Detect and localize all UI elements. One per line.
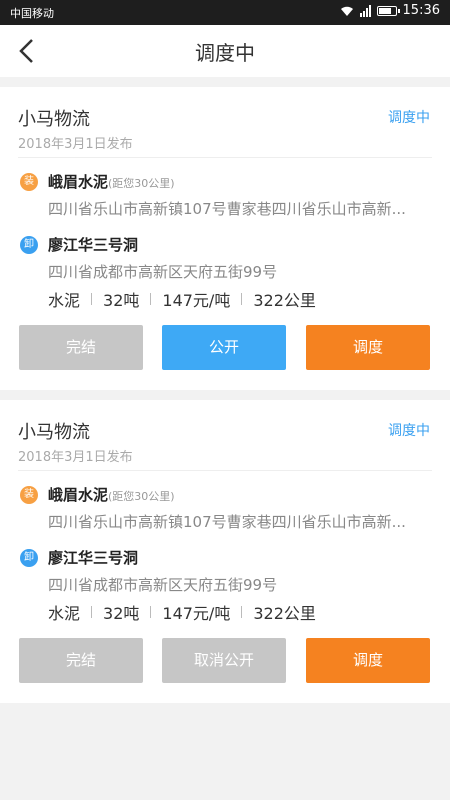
company-name: 小马物流 <box>18 109 90 130</box>
spec-weight: 32吨 <box>103 291 140 310</box>
unpublish-button[interactable]: 取消公开 <box>162 638 286 683</box>
unload-badge-icon: 卸 <box>20 549 38 567</box>
publish-button[interactable]: 公开 <box>162 325 286 370</box>
load-place-name: 峨眉水泥 <box>48 486 109 504</box>
spec-distance: 322公里 <box>253 291 316 310</box>
unload-address: 四川省成都市高新区天府五街99号 <box>48 576 278 594</box>
spec-material: 水泥 <box>48 291 81 310</box>
order-specs: 水泥 32吨 147元/吨 322公里 <box>48 600 316 624</box>
load-address: 四川省乐山市高新镇107号曹家巷四川省乐山市高新... <box>48 200 406 218</box>
company-name: 小马物流 <box>18 422 90 443</box>
load-place-name: 峨眉水泥 <box>48 173 109 191</box>
order-status: 调度中 <box>388 423 430 439</box>
finish-button[interactable]: 完结 <box>19 325 143 370</box>
signal-icon <box>359 4 371 17</box>
status-bar: 中国移动 15:36 <box>0 0 450 25</box>
clock: 15:36 <box>402 3 440 18</box>
unload-place-name: 廖江华三号洞 <box>48 236 139 254</box>
spec-material: 水泥 <box>48 604 81 623</box>
load-badge-icon: 装 <box>20 173 38 191</box>
load-distance: (距您30公里) <box>108 177 175 190</box>
spec-distance: 322公里 <box>253 604 316 623</box>
dispatch-button[interactable]: 调度 <box>306 325 430 370</box>
spec-price: 147元/吨 <box>162 604 231 623</box>
spec-price: 147元/吨 <box>162 291 231 310</box>
publish-date: 2018年3月1日发布 <box>18 450 133 465</box>
publish-date: 2018年3月1日发布 <box>18 137 133 152</box>
order-card: 小马物流 调度中 2018年3月1日发布 装 峨眉水泥(距您30公里) 四川省乐… <box>0 400 450 703</box>
unload-badge-icon: 卸 <box>20 236 38 254</box>
divider <box>18 157 432 158</box>
page-title: 调度中 <box>195 41 255 65</box>
order-status: 调度中 <box>388 110 430 126</box>
divider <box>18 470 432 471</box>
load-place: 峨眉水泥(距您30公里) <box>48 171 175 192</box>
load-address: 四川省乐山市高新镇107号曹家巷四川省乐山市高新... <box>48 513 406 531</box>
carrier-name: 中国移动 <box>10 7 54 20</box>
dispatch-button[interactable]: 调度 <box>306 638 430 683</box>
unload-place-name: 廖江华三号洞 <box>48 549 139 567</box>
load-place: 峨眉水泥(距您30公里) <box>48 484 175 505</box>
spec-weight: 32吨 <box>103 604 140 623</box>
order-specs: 水泥 32吨 147元/吨 322公里 <box>48 287 316 311</box>
battery-icon <box>376 5 400 16</box>
unload-address: 四川省成都市高新区天府五街99号 <box>48 263 278 281</box>
finish-button[interactable]: 完结 <box>19 638 143 683</box>
wifi-icon <box>340 6 353 16</box>
order-card: 小马物流 调度中 2018年3月1日发布 装 峨眉水泥(距您30公里) 四川省乐… <box>0 87 450 390</box>
load-badge-icon: 装 <box>20 486 38 504</box>
load-distance: (距您30公里) <box>108 490 175 503</box>
nav-bar: 调度中 <box>0 25 450 77</box>
